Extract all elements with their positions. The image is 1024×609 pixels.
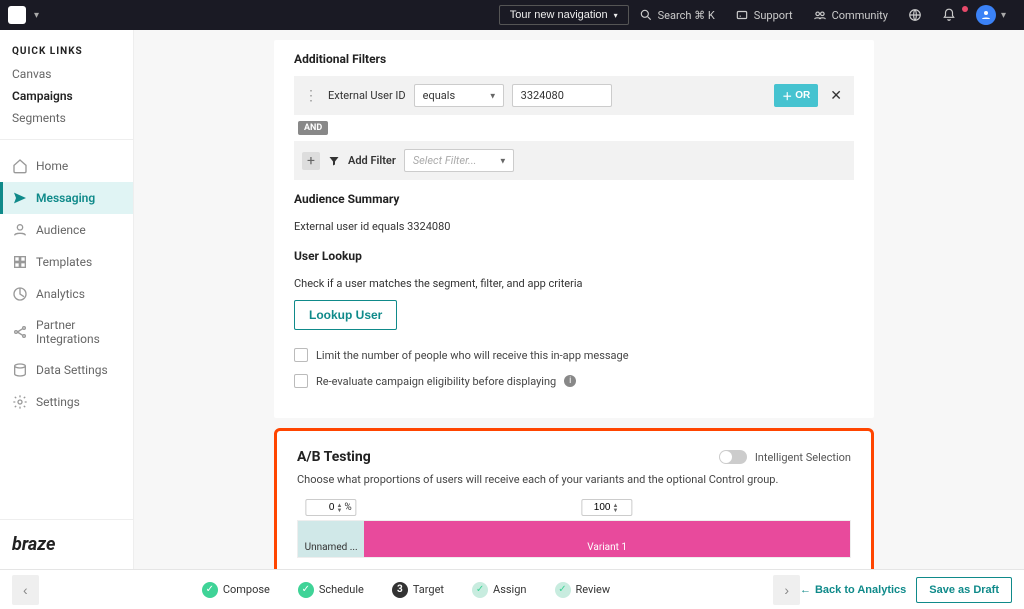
tour-navigation-button[interactable]: Tour new navigation ▾ xyxy=(499,5,629,25)
variant-1-label: Variant 1 xyxy=(583,542,631,557)
back-to-analytics-button[interactable]: ← Back to Analytics xyxy=(800,584,906,596)
prev-step-button[interactable]: ‹ xyxy=(12,575,39,605)
nav-templates[interactable]: Templates xyxy=(0,246,133,278)
support-link[interactable]: Support xyxy=(725,8,803,22)
filter-field-label: External User ID xyxy=(328,89,406,102)
reevaluate-checkbox[interactable] xyxy=(294,374,308,388)
bell-icon xyxy=(942,8,956,22)
check-icon: ✓ xyxy=(555,582,571,598)
globe-icon xyxy=(908,8,922,22)
intelligent-selection-label: Intelligent Selection xyxy=(755,451,851,464)
top-header: ▾ Tour new navigation ▾ Search ⌘ K Suppo… xyxy=(0,0,1024,30)
nav-home[interactable]: Home xyxy=(0,150,133,182)
nav-analytics[interactable]: Analytics xyxy=(0,278,133,310)
partner-icon xyxy=(12,324,28,340)
check-icon: ✓ xyxy=(472,582,488,598)
step-review[interactable]: ✓ Review xyxy=(555,582,611,598)
search-icon xyxy=(639,8,653,22)
ab-testing-description: Choose what proportions of users will re… xyxy=(297,465,851,498)
community-icon xyxy=(813,8,827,22)
filter-operator-select[interactable]: equals xyxy=(414,84,504,107)
save-as-draft-button[interactable]: Save as Draft xyxy=(916,577,1012,603)
user-menu[interactable]: ▾ xyxy=(966,5,1016,25)
data-icon xyxy=(12,362,28,378)
arrow-left-icon: ← xyxy=(800,584,811,596)
chevron-down-icon: ▾ xyxy=(614,11,618,20)
next-step-button[interactable]: › xyxy=(773,575,800,605)
filter-value-input[interactable]: 3324080 xyxy=(512,84,612,107)
analytics-icon xyxy=(12,286,28,302)
variant-1-percent-input[interactable]: ▲▼ % xyxy=(581,499,632,516)
additional-filters-heading: Additional Filters xyxy=(294,40,854,76)
nav-audience[interactable]: Audience xyxy=(0,214,133,246)
filter-icon xyxy=(328,155,340,167)
step-compose[interactable]: ✓ Compose xyxy=(202,582,270,598)
workspace-logo[interactable] xyxy=(8,6,26,24)
brand-logo: braze xyxy=(12,534,121,555)
add-filter-label: Add Filter xyxy=(348,154,396,167)
home-icon xyxy=(12,158,28,174)
footer-stepper: ‹ ✓ Compose ✓ Schedule 3 Target ✓ Assign… xyxy=(0,569,1024,609)
quick-link-segments[interactable]: Segments xyxy=(0,107,133,129)
nav-data-settings[interactable]: Data Settings xyxy=(0,354,133,386)
step-number-badge: 3 xyxy=(392,582,408,598)
variant-0-percent-input[interactable]: ▲▼ % xyxy=(305,499,356,516)
add-or-button[interactable]: ＋ OR xyxy=(774,84,818,107)
and-separator-badge: AND xyxy=(298,121,328,135)
variants-distribution-bar: ▲▼ % Unnamed ... ▲▼ % Variant 1 xyxy=(297,520,851,558)
quick-link-campaigns[interactable]: Campaigns xyxy=(0,85,133,107)
nav-partner-integrations[interactable]: Partner Integrations xyxy=(0,310,133,354)
quick-links-heading: QUICK LINKS xyxy=(0,46,133,63)
search-button[interactable]: Search ⌘ K xyxy=(629,8,725,22)
quick-link-canvas[interactable]: Canvas xyxy=(0,63,133,85)
ab-testing-card: A/B Testing Intelligent Selection Choose… xyxy=(274,428,874,569)
plus-icon: ＋ xyxy=(782,88,792,103)
limit-checkbox[interactable] xyxy=(294,348,308,362)
step-target[interactable]: 3 Target xyxy=(392,582,444,598)
variant-segment-0[interactable]: ▲▼ % Unnamed ... xyxy=(298,521,364,557)
reevaluate-checkbox-label: Re-evaluate campaign eligibility before … xyxy=(316,375,556,388)
stepper-icon[interactable]: ▲▼ xyxy=(336,503,342,513)
user-lookup-heading: User Lookup xyxy=(294,237,854,273)
check-icon: ✓ xyxy=(202,582,218,598)
chevron-down-icon: ▾ xyxy=(1001,10,1006,21)
targeting-card: Additional Filters ⋮ External User ID eq… xyxy=(274,40,874,418)
audience-icon xyxy=(12,222,28,238)
stepper-icon[interactable]: ▲▼ xyxy=(612,503,618,513)
variant-1-percent-field[interactable] xyxy=(586,502,610,513)
remove-filter-button[interactable]: ✕ xyxy=(826,88,846,104)
drag-handle-icon[interactable]: ⋮ xyxy=(302,88,320,104)
nav-messaging[interactable]: Messaging xyxy=(0,182,133,214)
step-assign[interactable]: ✓ Assign xyxy=(472,582,526,598)
user-lookup-description: Check if a user matches the segment, fil… xyxy=(294,273,854,300)
lookup-user-button[interactable]: Lookup User xyxy=(294,300,397,330)
ab-testing-heading: A/B Testing xyxy=(297,449,371,465)
notifications-button[interactable] xyxy=(932,8,966,22)
check-icon: ✓ xyxy=(298,582,314,598)
avatar xyxy=(976,5,996,25)
step-schedule[interactable]: ✓ Schedule xyxy=(298,582,364,598)
language-button[interactable] xyxy=(898,8,932,22)
add-filter-row: + Add Filter Select Filter... xyxy=(294,141,854,180)
audience-summary-text: External user id equals 3324080 xyxy=(294,216,854,237)
community-link[interactable]: Community xyxy=(803,8,898,22)
templates-icon xyxy=(12,254,28,270)
filter-row: ⋮ External User ID equals 3324080 ＋ OR ✕ xyxy=(294,76,854,115)
intelligent-selection-toggle[interactable] xyxy=(719,450,747,464)
nav-settings[interactable]: Settings xyxy=(0,386,133,418)
settings-icon xyxy=(12,394,28,410)
main-content: Additional Filters ⋮ External User ID eq… xyxy=(134,30,1024,569)
support-icon xyxy=(735,8,749,22)
variant-0-label: Unnamed ... xyxy=(301,542,362,557)
select-filter-dropdown[interactable]: Select Filter... xyxy=(404,149,514,172)
info-icon[interactable]: i xyxy=(564,375,576,387)
variant-segment-1[interactable]: ▲▼ % Variant 1 xyxy=(364,521,850,557)
add-filter-button[interactable]: + xyxy=(302,152,320,170)
messaging-icon xyxy=(12,190,28,206)
limit-checkbox-label: Limit the number of people who will rece… xyxy=(316,349,629,362)
audience-summary-heading: Audience Summary xyxy=(294,180,854,216)
variant-0-percent-field[interactable] xyxy=(310,502,334,513)
chevron-down-icon[interactable]: ▾ xyxy=(34,10,39,21)
sidebar: QUICK LINKS Canvas Campaigns Segments Ho… xyxy=(0,30,134,569)
